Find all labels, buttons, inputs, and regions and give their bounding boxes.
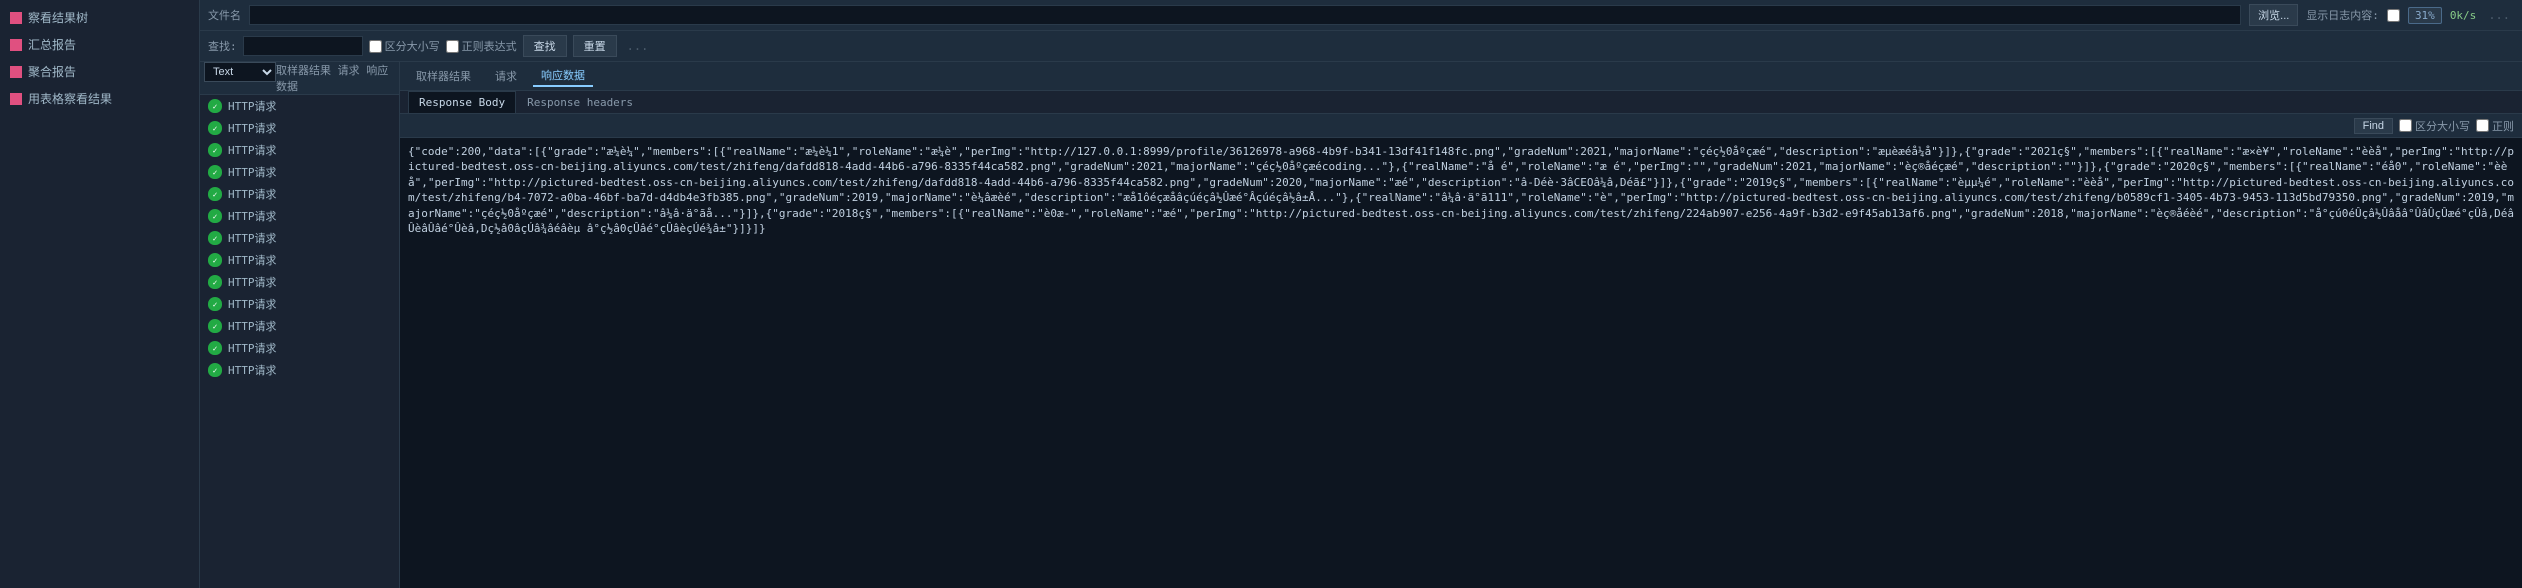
find-button[interactable]: Find <box>2354 118 2393 134</box>
sidebar: 察看结果树 汇总报告 聚合报告 用表格察看结果 <box>0 0 200 588</box>
shield-icon: ✓ <box>208 143 222 157</box>
sidebar-item-aggregate-report[interactable]: 聚合报告 <box>0 58 199 85</box>
list-item[interactable]: ✓ HTTP请求 <box>200 95 399 117</box>
list-item[interactable]: ✓ HTTP请求 <box>200 359 399 381</box>
shield-icon: ✓ <box>208 231 222 245</box>
shield-icon: ✓ <box>208 319 222 333</box>
pink-square-icon <box>10 66 22 78</box>
file-bar: 文件名 浏览... 显示日志内容: 31% 0k/s ... <box>200 0 2522 31</box>
tab-request[interactable]: 请求 <box>487 66 525 86</box>
request-type: HTTP请求 <box>228 230 277 246</box>
response-body-content: {"code":200,"data":[{"grade":"æ¼è¼","mem… <box>400 138 2522 588</box>
request-list: ✓ HTTP请求 ✓ HTTP请求 ✓ HTTP请求 ✓ HTTP请求 ✓ <box>200 95 399 588</box>
sampler-tabs-label: 取样器结果 请求 响应数据 <box>276 62 395 94</box>
sidebar-item-summary-report[interactable]: 汇总报告 <box>0 31 199 58</box>
sidebar-item-view-results-table[interactable]: 用表格察看结果 <box>0 85 199 112</box>
search-bar: 查找: 区分大小写 正则表达式 查找 重置 ... <box>200 31 2522 62</box>
shield-icon: ✓ <box>208 209 222 223</box>
tab-response-body[interactable]: Response Body <box>408 91 516 113</box>
shield-icon: ✓ <box>208 121 222 135</box>
response-panel: 取样器结果 请求 响应数据 Response Body Response hea… <box>400 62 2522 588</box>
dots-separator: ... <box>2488 8 2510 22</box>
case-checkbox[interactable] <box>2399 119 2412 132</box>
pink-square-icon <box>10 93 22 105</box>
tab-sampler-results[interactable]: 取样器结果 <box>408 66 479 86</box>
request-type: HTTP请求 <box>228 252 277 268</box>
find-bar: Find 区分大小写 正则 <box>400 114 2522 138</box>
request-type: HTTP请求 <box>228 98 277 114</box>
speed-display: 0k/s <box>2450 9 2477 22</box>
regex-label-2[interactable]: 正则 <box>2476 118 2514 134</box>
list-item[interactable]: ✓ HTTP请求 <box>200 337 399 359</box>
sidebar-item-label: 察看结果树 <box>28 9 88 26</box>
case-sensitive-checkbox[interactable] <box>369 40 382 53</box>
regex-checkbox[interactable] <box>446 40 459 53</box>
list-item[interactable]: ✓ HTTP请求 <box>200 205 399 227</box>
list-item[interactable]: ✓ HTTP请求 <box>200 117 399 139</box>
list-item[interactable]: ✓ HTTP请求 <box>200 249 399 271</box>
body-tabs: Response Body Response headers <box>400 91 2522 114</box>
request-type: HTTP请求 <box>228 318 277 334</box>
request-type: HTTP请求 <box>228 274 277 290</box>
dots-separator-2: ... <box>627 39 649 53</box>
request-type: HTTP请求 <box>228 186 277 202</box>
tab-response-headers[interactable]: Response headers <box>516 91 644 113</box>
request-type: HTTP请求 <box>228 208 277 224</box>
log-label: 显示日志内容: <box>2306 7 2379 23</box>
shield-icon: ✓ <box>208 275 222 289</box>
list-item[interactable]: ✓ HTTP请求 <box>200 183 399 205</box>
list-item[interactable]: ✓ HTTP请求 <box>200 139 399 161</box>
sidebar-item-label: 汇总报告 <box>28 36 76 53</box>
search-label: 查找: <box>208 38 237 54</box>
request-type: HTTP请求 <box>228 296 277 312</box>
list-item[interactable]: ✓ HTTP请求 <box>200 315 399 337</box>
list-item[interactable]: ✓ HTTP请求 <box>200 161 399 183</box>
search-input[interactable] <box>243 36 363 56</box>
content-area: Text HTML XML JSON 取样器结果 请求 响应数据 ✓ HTTP请… <box>200 62 2522 588</box>
pink-square-icon <box>10 39 22 51</box>
request-type: HTTP请求 <box>228 362 277 378</box>
file-label: 文件名 <box>208 7 241 23</box>
shield-icon: ✓ <box>208 165 222 179</box>
browse-button[interactable]: 浏览... <box>2249 4 2298 26</box>
request-panel: Text HTML XML JSON 取样器结果 请求 响应数据 ✓ HTTP请… <box>200 62 400 588</box>
log-checkbox[interactable] <box>2387 9 2400 22</box>
percent-badge: 31% <box>2408 7 2442 24</box>
list-item[interactable]: ✓ HTTP请求 <box>200 271 399 293</box>
regex-checkbox-2[interactable] <box>2476 119 2489 132</box>
list-item[interactable]: ✓ HTTP请求 <box>200 227 399 249</box>
case-label[interactable]: 区分大小写 <box>2399 118 2470 134</box>
sidebar-item-label: 用表格察看结果 <box>28 90 112 107</box>
request-type: HTTP请求 <box>228 164 277 180</box>
main-panel: 文件名 浏览... 显示日志内容: 31% 0k/s ... 查找: 区分大小写… <box>200 0 2522 588</box>
filename-input[interactable] <box>249 5 2241 25</box>
tab-response-data[interactable]: 响应数据 <box>533 65 593 87</box>
request-type: HTTP请求 <box>228 120 277 136</box>
shield-icon: ✓ <box>208 253 222 267</box>
find-button[interactable]: 查找 <box>523 35 567 57</box>
response-toolbar: 取样器结果 请求 响应数据 <box>400 62 2522 91</box>
list-item[interactable]: ✓ HTTP请求 <box>200 293 399 315</box>
regex-label[interactable]: 正则表达式 <box>446 38 517 54</box>
sidebar-item-label: 聚合报告 <box>28 63 76 80</box>
pink-square-icon <box>10 12 22 24</box>
format-select[interactable]: Text HTML XML JSON <box>204 62 276 82</box>
request-type: HTTP请求 <box>228 142 277 158</box>
case-sensitive-label[interactable]: 区分大小写 <box>369 38 440 54</box>
shield-icon: ✓ <box>208 297 222 311</box>
shield-icon: ✓ <box>208 363 222 377</box>
shield-icon: ✓ <box>208 187 222 201</box>
request-tabs: Text HTML XML JSON 取样器结果 请求 响应数据 <box>200 62 399 95</box>
request-type: HTTP请求 <box>228 340 277 356</box>
shield-icon: ✓ <box>208 99 222 113</box>
sidebar-item-view-results-tree[interactable]: 察看结果树 <box>0 4 199 31</box>
shield-icon: ✓ <box>208 341 222 355</box>
reset-button[interactable]: 重置 <box>573 35 617 57</box>
